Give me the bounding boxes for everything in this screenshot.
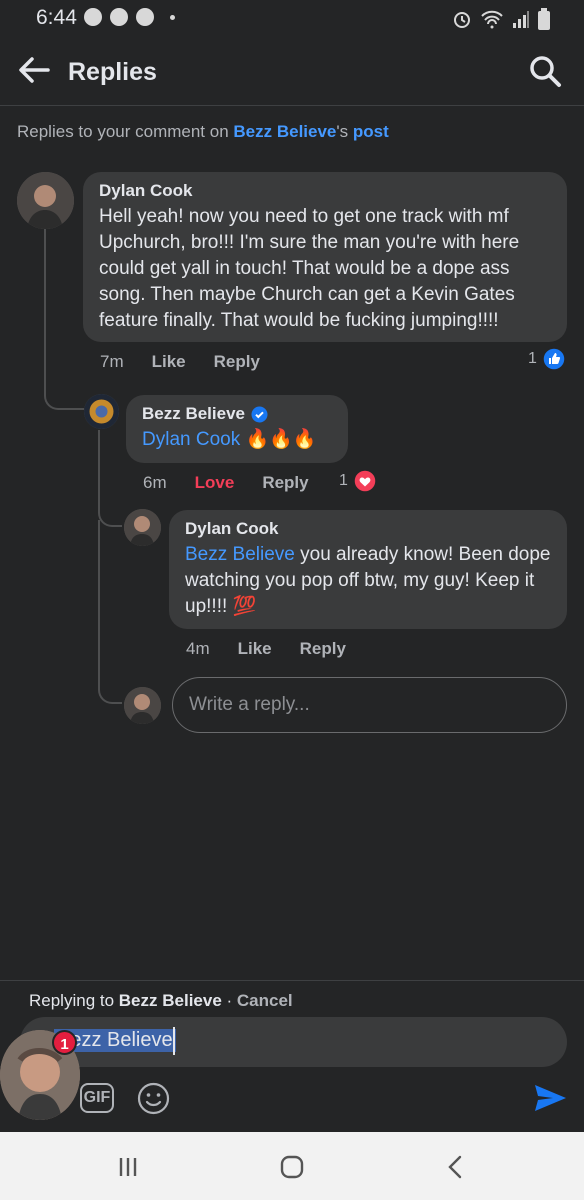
reaction-count-value: 1	[528, 350, 537, 367]
messenger-icon	[136, 8, 154, 26]
search-icon[interactable]	[528, 54, 562, 88]
reaction-count[interactable]: 1	[339, 469, 377, 493]
battery-icon	[538, 8, 550, 30]
avatar-photo	[17, 172, 74, 229]
comment-author[interactable]: Bezz Believe	[142, 404, 332, 424]
like-button[interactable]: Like	[238, 639, 272, 659]
comment-actions: 4m Like Reply	[186, 639, 346, 659]
mention-link[interactable]: Bezz Believe	[185, 544, 295, 565]
comment-time: 7m	[100, 352, 124, 371]
messenger-icon	[84, 8, 102, 26]
comment-text: Bezz Believe you already know! Been dope…	[185, 542, 551, 620]
post-link[interactable]: post	[353, 122, 389, 141]
gif-button[interactable]: GIF	[80, 1083, 114, 1113]
mention-link[interactable]: Dylan Cook	[142, 429, 240, 450]
replies-context: Replies to your comment on Bezz Believe'…	[17, 122, 389, 142]
heart-icon	[353, 469, 377, 493]
context-possessive: 's	[336, 122, 353, 141]
thumbs-up-icon	[542, 347, 566, 371]
avatar	[124, 687, 161, 724]
comment-bubble: Dylan Cook Bezz Believe you already know…	[169, 510, 567, 629]
comment-author-name: Bezz Believe	[142, 404, 245, 423]
replying-to: Replying to Bezz Believe · Cancel	[29, 991, 293, 1011]
wifi-icon	[481, 10, 503, 29]
status-time: 6:44	[36, 6, 77, 29]
like-button[interactable]: Like	[152, 352, 186, 372]
arrow-left-icon[interactable]	[16, 52, 52, 88]
text-caret	[173, 1027, 175, 1055]
love-button[interactable]: Love	[195, 473, 235, 493]
compose-field[interactable]: Bezz Believe	[20, 1017, 567, 1067]
comment-text-body: 🔥🔥🔥	[240, 429, 317, 450]
cancel-button[interactable]: Cancel	[237, 991, 293, 1010]
android-nav-bar	[0, 1132, 584, 1200]
comment-text: Dylan Cook 🔥🔥🔥	[142, 427, 332, 453]
reaction-count[interactable]: 1	[528, 347, 566, 371]
comment-author[interactable]: Dylan Cook	[99, 181, 551, 201]
comment-actions: 7m Like Reply	[100, 352, 260, 372]
avatar-photo	[84, 394, 119, 429]
write-reply-input[interactable]	[172, 677, 567, 733]
chrome-icon	[110, 8, 128, 26]
thread-connector	[98, 520, 122, 704]
system-icons	[452, 8, 550, 30]
context-prefix: Replies to your comment on	[17, 122, 234, 141]
comment-bubble: Bezz Believe Dylan Cook 🔥🔥🔥	[126, 395, 348, 463]
comment-author[interactable]: Dylan Cook	[185, 519, 551, 539]
replying-separator: ·	[221, 991, 237, 1010]
recents-icon[interactable]	[113, 1152, 143, 1182]
comment-bubble: Dylan Cook Hell yeah! now you need to ge…	[83, 172, 567, 342]
avatar-photo	[124, 509, 161, 546]
verified-badge-icon	[251, 406, 268, 422]
notification-badge: 1	[52, 1030, 77, 1055]
reply-button[interactable]: Reply	[300, 639, 346, 659]
avatar[interactable]	[17, 172, 74, 229]
avatar[interactable]	[84, 394, 119, 429]
thread-connector	[98, 430, 122, 527]
page-title: Replies	[68, 58, 157, 86]
replying-name: Bezz Believe	[118, 991, 222, 1010]
notification-icons	[84, 8, 175, 26]
more-notifications-dot	[170, 14, 175, 20]
signal-icon	[513, 11, 529, 28]
smiley-icon[interactable]	[137, 1082, 170, 1115]
alarm-icon	[454, 12, 470, 28]
app-bar: Replies	[0, 36, 584, 106]
home-icon[interactable]	[277, 1152, 307, 1182]
avatar[interactable]	[124, 509, 161, 546]
replying-prefix: Replying to	[29, 991, 119, 1010]
reply-button[interactable]: Reply	[262, 473, 308, 493]
send-icon[interactable]	[532, 1080, 568, 1116]
comment-text: Hell yeah! now you need to get one track…	[99, 206, 520, 331]
back-icon[interactable]	[441, 1152, 471, 1182]
avatar-photo	[124, 687, 161, 724]
page-name-link[interactable]: Bezz Believe	[233, 122, 336, 141]
comment-time: 4m	[186, 639, 210, 658]
thread-connector	[44, 228, 84, 410]
comment-actions: 6m Love Reply	[143, 473, 309, 493]
comment-time: 6m	[143, 473, 167, 492]
status-bar: 6:44	[0, 0, 584, 36]
reply-button[interactable]: Reply	[214, 352, 260, 372]
reaction-count-value: 1	[339, 472, 348, 489]
